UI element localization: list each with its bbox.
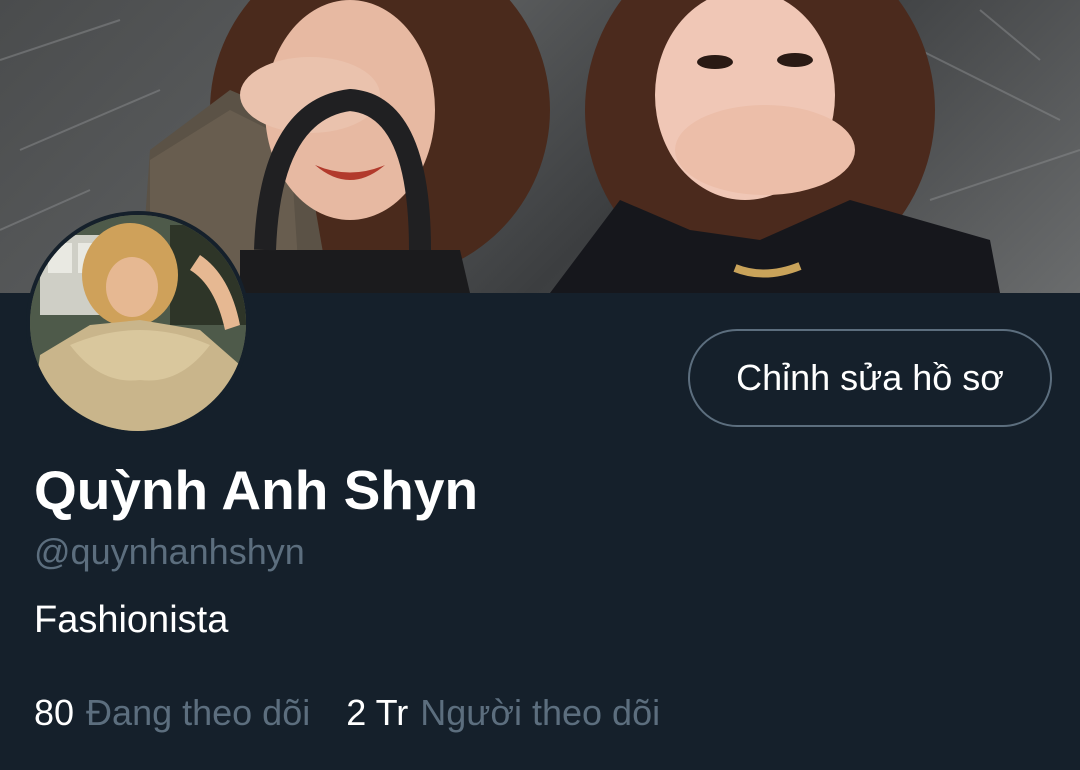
profile-stats: 80 Đang theo dõi 2 Tr Người theo dõi — [34, 692, 660, 734]
followers-label: Người theo dõi — [420, 692, 661, 733]
following-label: Đang theo dõi — [86, 692, 311, 733]
profile-handle: @quynhanhshyn — [34, 531, 305, 572]
profile-page: Chỉnh sửa hồ sơ Quỳnh Anh Shyn @quynhanh… — [0, 0, 1080, 770]
display-name: Quỳnh Anh Shyn — [34, 459, 479, 521]
avatar[interactable] — [26, 211, 250, 435]
avatar-photo — [30, 215, 246, 431]
profile-bio: Fashionista — [34, 599, 229, 641]
followers-count: 2 Tr — [346, 692, 409, 733]
edit-profile-button[interactable]: Chỉnh sửa hồ sơ — [688, 329, 1052, 427]
following-link[interactable]: 80 Đang theo dõi — [34, 692, 310, 734]
followers-link[interactable]: 2 Tr Người theo dõi — [346, 692, 660, 734]
following-count: 80 — [34, 692, 75, 733]
